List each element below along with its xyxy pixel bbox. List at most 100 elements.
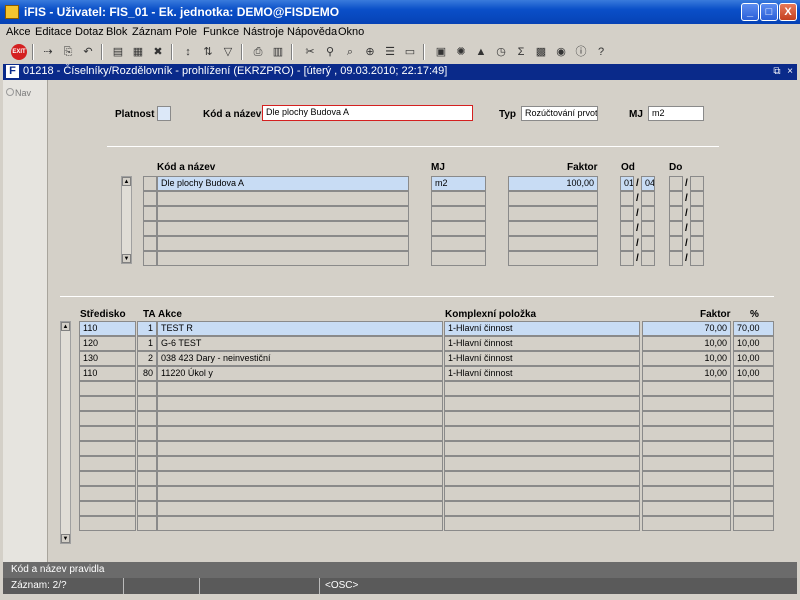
excel-icon[interactable]: ▩ — [533, 44, 549, 60]
lower-pct-cell[interactable] — [733, 441, 774, 456]
upper-faktor-cell[interactable] — [508, 191, 598, 206]
print-icon[interactable]: ⎘ — [60, 44, 76, 60]
upper-od1-cell[interactable] — [620, 236, 634, 251]
lower-faktor-cell[interactable] — [642, 441, 731, 456]
upper-do1-cell[interactable] — [669, 221, 683, 236]
lower-akce-cell[interactable] — [157, 456, 443, 471]
lower-stredisko-cell[interactable] — [79, 411, 136, 426]
lower-pct-cell[interactable] — [733, 486, 774, 501]
lower-stredisko-cell[interactable] — [79, 456, 136, 471]
save-icon[interactable]: ⇢ — [40, 44, 56, 60]
lower-faktor-cell[interactable] — [642, 471, 731, 486]
upper-do2-cell[interactable] — [690, 176, 704, 191]
upper-kod-cell[interactable] — [157, 236, 409, 251]
upper-do2-cell[interactable] — [690, 221, 704, 236]
lower-ta-cell[interactable] — [137, 426, 157, 441]
lower-komplexni-cell[interactable]: 1-Hlavní činnost — [444, 336, 640, 351]
query-icon[interactable]: ⚲ — [322, 44, 338, 60]
lower-scrollbar[interactable]: ▲ ▼ — [60, 321, 71, 544]
kod-field[interactable]: Dle plochy Budova A — [262, 105, 473, 121]
upper-do1-cell[interactable] — [669, 236, 683, 251]
lower-ta-cell[interactable] — [137, 441, 157, 456]
menu-okno[interactable]: Okno — [338, 26, 364, 38]
lower-komplexni-cell[interactable] — [444, 411, 640, 426]
lower-komplexni-cell[interactable] — [444, 486, 640, 501]
scroll-up-arrow[interactable]: ▲ — [61, 322, 70, 331]
lower-faktor-cell[interactable]: 10,00 — [642, 366, 731, 381]
form-close-button[interactable]: × — [784, 65, 796, 78]
lower-ta-cell[interactable] — [137, 471, 157, 486]
search-icon[interactable]: ⌕ — [342, 44, 358, 60]
lower-akce-cell[interactable]: 11220 Úkol y — [157, 366, 443, 381]
upper-do2-cell[interactable] — [690, 251, 704, 266]
insert-record-icon[interactable]: ▤ — [110, 44, 126, 60]
upper-kod-cell[interactable]: Dle plochy Budova A — [157, 176, 409, 191]
delete-record-icon[interactable]: ✖ — [150, 44, 166, 60]
lower-komplexni-cell[interactable] — [444, 471, 640, 486]
upper-scrollbar[interactable]: ▲ ▼ — [121, 176, 132, 264]
lower-akce-cell[interactable] — [157, 486, 443, 501]
upper-faktor-cell[interactable] — [508, 236, 598, 251]
lower-ta-cell[interactable] — [137, 456, 157, 471]
upper-do1-cell[interactable] — [669, 251, 683, 266]
lower-stredisko-cell[interactable] — [79, 381, 136, 396]
lower-faktor-cell[interactable] — [642, 486, 731, 501]
upper-od2-cell[interactable] — [641, 206, 655, 221]
menu-funkce[interactable]: Funkce — [203, 26, 239, 38]
export-icon[interactable]: ▥ — [270, 44, 286, 60]
lower-akce-cell[interactable] — [157, 381, 443, 396]
lower-faktor-cell[interactable]: 10,00 — [642, 336, 731, 351]
lower-faktor-cell[interactable] — [642, 516, 731, 531]
upper-do1-cell[interactable] — [669, 191, 683, 206]
calculator-icon[interactable]: ▣ — [433, 44, 449, 60]
menu-dotaz[interactable]: Dotaz — [75, 26, 104, 38]
lower-pct-cell[interactable]: 10,00 — [733, 351, 774, 366]
form-restore-button[interactable]: ⧉ — [771, 65, 783, 78]
lower-pct-cell[interactable] — [733, 501, 774, 516]
lower-ta-cell[interactable] — [137, 486, 157, 501]
lower-pct-cell[interactable]: 70,00 — [733, 321, 774, 336]
lower-stredisko-cell[interactable] — [79, 486, 136, 501]
upper-kod-cell[interactable] — [157, 191, 409, 206]
row-selector[interactable] — [143, 176, 157, 191]
menu-blok[interactable]: Blok — [106, 26, 127, 38]
lower-faktor-cell[interactable] — [642, 411, 731, 426]
sum-icon[interactable]: Σ — [513, 44, 529, 60]
lower-stredisko-cell[interactable] — [79, 426, 136, 441]
scroll-down-arrow[interactable]: ▼ — [122, 254, 131, 263]
upper-od2-cell[interactable] — [641, 221, 655, 236]
zoom-icon[interactable]: ⊕ — [362, 44, 378, 60]
lower-stredisko-cell[interactable]: 110 — [79, 366, 136, 381]
lower-ta-cell[interactable] — [137, 396, 157, 411]
row-selector[interactable] — [143, 206, 157, 221]
scroll-up-arrow[interactable]: ▲ — [122, 177, 131, 186]
row-selector[interactable] — [143, 251, 157, 266]
upper-do2-cell[interactable] — [690, 191, 704, 206]
printer-icon[interactable]: ⎙ — [250, 44, 266, 60]
upper-od1-cell[interactable] — [620, 221, 634, 236]
upper-mj-cell[interactable] — [431, 251, 486, 266]
lower-komplexni-cell[interactable]: 1-Hlavní činnost — [444, 351, 640, 366]
nav-panel[interactable]: Nav — [3, 80, 48, 562]
lower-akce-cell[interactable] — [157, 516, 443, 531]
lower-komplexni-cell[interactable] — [444, 441, 640, 456]
upper-od1-cell[interactable] — [620, 191, 634, 206]
lower-faktor-cell[interactable] — [642, 456, 731, 471]
lower-ta-cell[interactable]: 1 — [137, 336, 157, 351]
lower-faktor-cell[interactable] — [642, 426, 731, 441]
lower-pct-cell[interactable]: 10,00 — [733, 366, 774, 381]
upper-do2-cell[interactable] — [690, 206, 704, 221]
triangle-icon[interactable]: ▲ — [473, 44, 489, 60]
upper-od1-cell[interactable]: 01 — [620, 176, 634, 191]
row-selector[interactable] — [143, 221, 157, 236]
lower-pct-cell[interactable] — [733, 396, 774, 411]
lower-pct-cell[interactable] — [733, 456, 774, 471]
lower-pct-cell[interactable] — [733, 516, 774, 531]
window-titlebar[interactable]: iFIS - Uživatel: FIS_01 - Ek. jednotka: … — [0, 0, 800, 24]
lower-faktor-cell[interactable] — [642, 396, 731, 411]
upper-faktor-cell[interactable]: 100,00 — [508, 176, 598, 191]
lower-stredisko-cell[interactable] — [79, 396, 136, 411]
lower-akce-cell[interactable] — [157, 501, 443, 516]
columns-icon[interactable]: ▭ — [402, 44, 418, 60]
upper-mj-cell[interactable] — [431, 206, 486, 221]
